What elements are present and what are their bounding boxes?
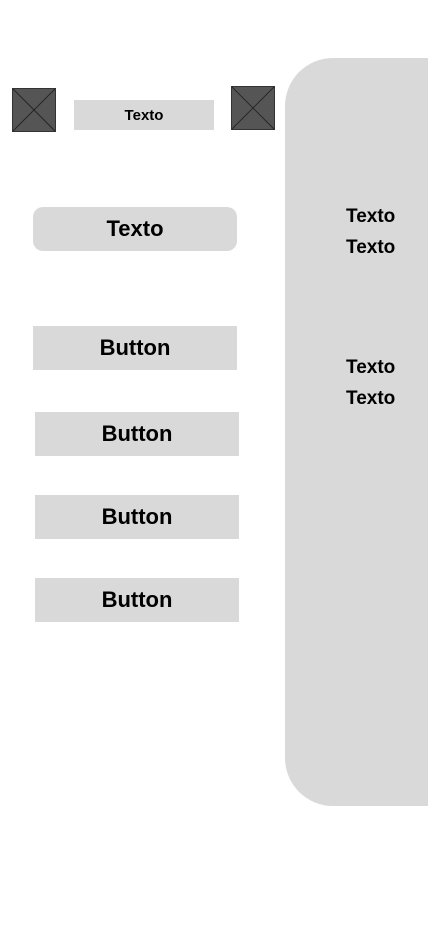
header-label: Texto (74, 100, 214, 130)
page-title: Texto (33, 207, 237, 251)
side-text-group-2: Texto Texto (346, 352, 426, 414)
button-2[interactable]: Button (35, 412, 239, 456)
side-text-group-1: Texto Texto (346, 201, 426, 263)
button-3[interactable]: Button (35, 495, 239, 539)
side-text-item: Texto (346, 206, 396, 227)
button-4[interactable]: Button (35, 578, 239, 622)
button-1[interactable]: Button (33, 326, 237, 370)
side-text-item: Texto (346, 357, 396, 378)
image-placeholder-icon (231, 86, 275, 130)
side-text-item: Texto (346, 237, 396, 258)
side-text-item: Texto (346, 388, 396, 409)
screen: Texto Texto Button Button Button Button … (0, 0, 428, 926)
image-placeholder-icon (12, 88, 56, 132)
side-panel (285, 58, 428, 806)
